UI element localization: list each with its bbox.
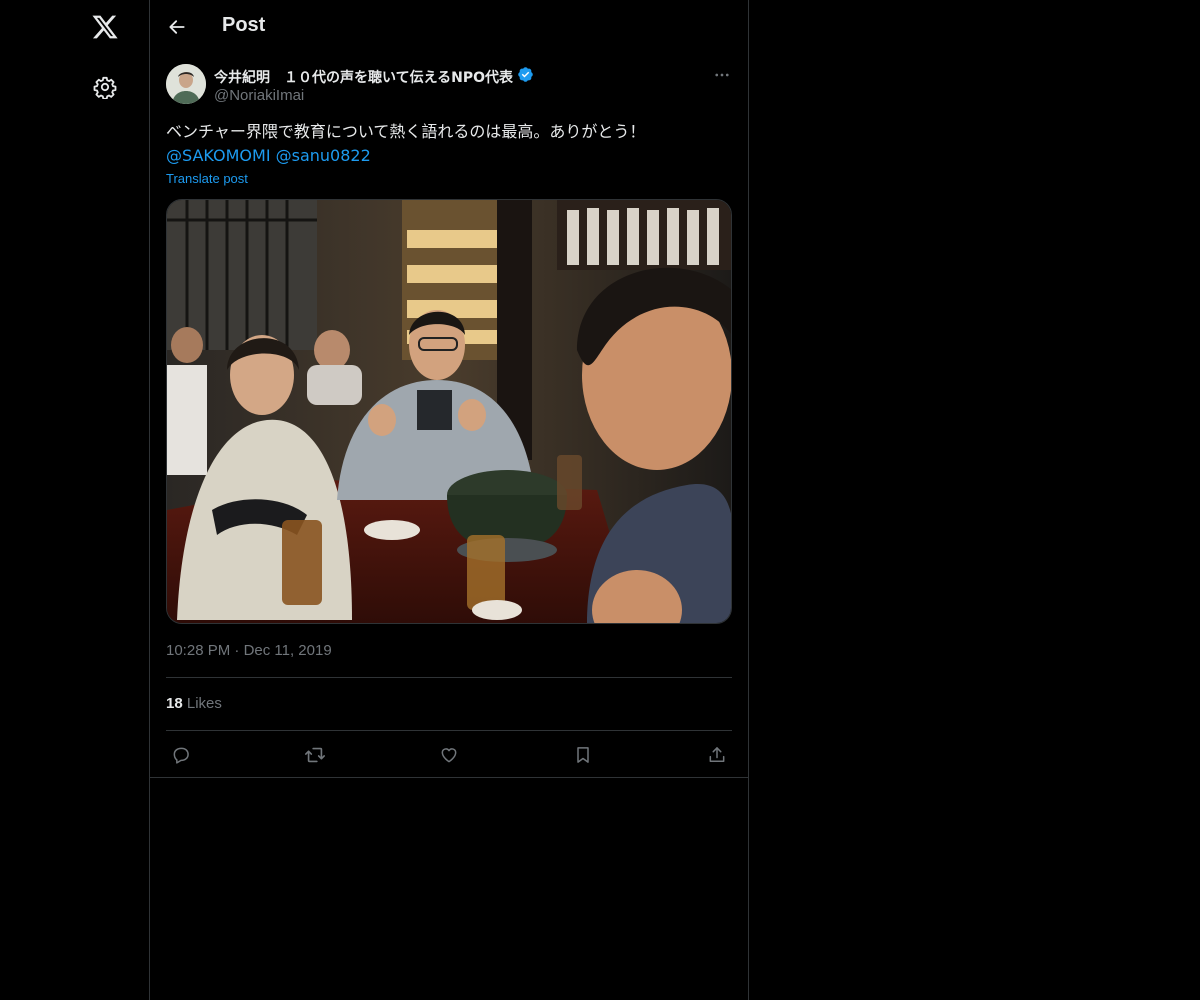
post-timestamp: 10:28 PM · Dec 11, 2019 <box>166 642 332 659</box>
post-time[interactable]: 10:28 PM <box>166 642 230 659</box>
mention-link[interactable]: @SAKOMOMI <box>166 146 271 165</box>
divider <box>166 730 732 731</box>
mention-link[interactable]: @sanu0822 <box>276 146 371 165</box>
x-logo-icon[interactable] <box>86 8 124 46</box>
bookmark-icon[interactable] <box>568 740 598 770</box>
reply-icon[interactable] <box>166 740 196 770</box>
post-photo[interactable] <box>166 199 732 624</box>
share-icon[interactable] <box>702 740 732 770</box>
page-title: Post <box>222 14 266 36</box>
likes-count: 18 <box>166 695 183 712</box>
repost-icon[interactable] <box>300 740 330 770</box>
likes-count-link[interactable]: 18 Likes <box>166 695 222 712</box>
more-options-icon[interactable] <box>708 64 736 86</box>
translate-post-link[interactable]: Translate post <box>166 171 248 186</box>
back-arrow-icon[interactable] <box>162 12 192 42</box>
main-column: Post 今井紀明 １０代の声を聴いて伝えるNPO代表 @NoriakiImai… <box>149 0 749 1000</box>
post-body: ベンチャー界隈で教育について熱く語れるのは最高。ありがとう！ <box>166 122 646 141</box>
heart-icon[interactable] <box>434 740 464 770</box>
page-header: Post <box>150 0 748 54</box>
divider <box>150 777 748 778</box>
divider <box>166 677 732 678</box>
left-sidebar <box>0 0 149 1000</box>
avatar[interactable] <box>166 64 206 104</box>
timestamp-separator: · <box>234 642 240 659</box>
gear-icon[interactable] <box>86 68 124 106</box>
post-date[interactable]: Dec 11, 2019 <box>244 642 332 659</box>
likes-label: Likes <box>186 695 222 712</box>
author-handle[interactable]: @NoriakiImai <box>214 87 304 104</box>
post-text: ベンチャー界隈で教育について熱く語れるのは最高。ありがとう！ @SAKOMOMI… <box>166 120 732 168</box>
author-name[interactable]: 今井紀明 １０代の声を聴いて伝えるNPO代表 <box>214 66 534 87</box>
verified-badge-icon <box>517 66 534 87</box>
author-display-name: 今井紀明 １０代の声を聴いて伝えるNPO代表 <box>214 69 514 86</box>
